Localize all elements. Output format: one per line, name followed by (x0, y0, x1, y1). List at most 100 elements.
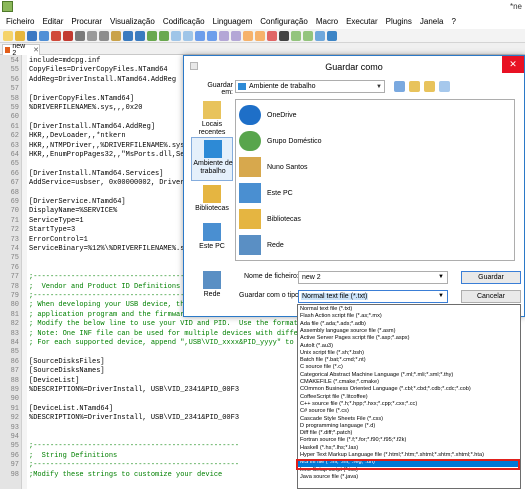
file-type-option[interactable]: Diff file (*.diff;*.patch) (298, 430, 520, 437)
file-type-option[interactable]: Inno Setup script (*.iss) (298, 467, 520, 474)
view-menu-icon[interactable] (439, 81, 450, 92)
file-name: Este PC (267, 189, 293, 197)
menu-janela[interactable]: Janela (416, 17, 448, 26)
save-macro-icon[interactable] (315, 30, 325, 41)
file-type-select[interactable]: Normal text file (*.txt) ▼ (298, 290, 448, 303)
stop-macro-icon[interactable] (279, 30, 289, 41)
file-type-option[interactable]: D programming language (*.d) (298, 423, 520, 430)
file-list[interactable]: OneDrive Grupo Doméstico Nuno Santos Est… (235, 99, 515, 261)
show-all-chars-icon[interactable] (219, 30, 229, 41)
replace-icon[interactable] (159, 30, 169, 41)
doc-map-icon[interactable] (243, 30, 253, 41)
file-type-option[interactable]: CMAKEFILE (*.cmake;*.cmake) (298, 379, 520, 386)
record-macro-icon[interactable] (267, 30, 277, 41)
undo-icon[interactable] (123, 30, 133, 41)
file-name: Rede (267, 241, 284, 249)
file-type-option[interactable]: COmmon Business Oriented Language (*.cbl… (298, 386, 520, 393)
file-type-dropdown-list[interactable]: Normal text file (*.txt) Flash Action scr… (297, 304, 521, 489)
cancel-button[interactable]: Cancelar (461, 290, 521, 303)
file-type-option[interactable]: CoffeeScript file (*.litcoffee) (298, 394, 520, 401)
save-icon[interactable] (27, 30, 37, 41)
save-location-label: Guardar em: (207, 82, 233, 96)
new-file-icon[interactable] (3, 30, 13, 41)
menu-plugins[interactable]: Plugins (382, 17, 416, 26)
file-type-option[interactable]: Active Server Pages script file (*.asp;*… (298, 335, 520, 342)
new-folder-icon[interactable] (424, 81, 435, 92)
menu-codificacao[interactable]: Codificação (159, 17, 209, 26)
menu-linguagem[interactable]: Linguagem (209, 17, 257, 26)
print-icon[interactable] (75, 30, 85, 41)
place-libraries[interactable]: Bibliotecas (191, 183, 233, 221)
tab-new-2[interactable]: new 2 ✕ (2, 43, 40, 57)
file-type-option[interactable]: Unix script file (*.sh;*.bsh) (298, 350, 520, 357)
place-label: Locais recentes (198, 121, 226, 136)
file-type-option[interactable]: Cascade Style Sheets File (*.css) (298, 416, 520, 423)
chevron-down-icon[interactable]: ▼ (438, 272, 444, 283)
list-item[interactable]: Grupo Doméstico (239, 128, 369, 154)
file-type-option[interactable]: Java source file (*.java) (298, 474, 520, 481)
open-folder-icon[interactable] (15, 30, 25, 41)
file-type-option[interactable]: Flash Action script file (*.as;*.mx) (298, 313, 520, 320)
file-type-option[interactable]: Normal text file (*.txt) (298, 306, 520, 313)
dialog-title: Guardar como (325, 62, 383, 72)
file-type-option[interactable]: Haskell (*.hs;*.lhs;*.las) (298, 445, 520, 452)
function-list-icon[interactable] (255, 30, 265, 41)
file-type-option[interactable]: Ada file (*.ada;*.ads;*.adb) (298, 321, 520, 328)
file-type-option[interactable]: Assembly language source file (*.asm) (298, 328, 520, 335)
list-item[interactable]: Este PC (239, 180, 369, 206)
back-icon[interactable] (394, 81, 405, 92)
paste-icon[interactable] (111, 30, 121, 41)
filename-input[interactable]: new 2 ▼ (298, 271, 448, 284)
menu-visualizacao[interactable]: Visualização (106, 17, 159, 26)
up-folder-icon[interactable] (409, 81, 420, 92)
run-macro-multiple-icon[interactable] (303, 30, 313, 41)
file-type-option[interactable]: Batch file (*.bat;*.cmd;*.nt) (298, 357, 520, 364)
save-button[interactable]: Guardar (461, 271, 521, 284)
navigation-buttons (394, 81, 450, 92)
spellcheck-icon[interactable] (327, 30, 337, 41)
save-location-select[interactable]: Ambiente de trabalho ▼ (235, 80, 385, 93)
list-item[interactable]: Nuno Santos (239, 154, 369, 180)
file-type-option[interactable]: C source file (*.c) (298, 364, 520, 371)
redo-icon[interactable] (135, 30, 145, 41)
line-number: 70 (10, 207, 19, 216)
list-item[interactable]: OneDrive (239, 102, 369, 128)
file-type-option[interactable]: MS ini file (*.ini;*.inf;*.reg;*.url) (298, 459, 520, 467)
list-item[interactable]: Rede (239, 232, 369, 258)
tab-close-icon[interactable]: ✕ (33, 46, 39, 54)
file-type-option[interactable]: Hyper Text Markup Language file (*.html;… (298, 452, 520, 459)
file-type-option[interactable]: AutoIt (*.au3) (298, 343, 520, 350)
file-type-option[interactable]: C# source file (*.cs) (298, 408, 520, 415)
play-macro-icon[interactable] (291, 30, 301, 41)
file-type-option[interactable]: C++ source file (*.h;*.hpp;*.hxx;*.cpp;*… (298, 401, 520, 408)
menu-executar[interactable]: Executar (342, 17, 382, 26)
word-wrap-icon[interactable] (207, 30, 217, 41)
sync-scroll-icon[interactable] (195, 30, 205, 41)
list-item[interactable]: Bibliotecas (239, 206, 369, 232)
place-this-pc[interactable]: Este PC (191, 221, 233, 259)
place-recent[interactable]: Locais recentes (191, 99, 233, 137)
cut-icon[interactable] (87, 30, 97, 41)
find-icon[interactable] (147, 30, 157, 41)
menu-ficheiro[interactable]: Ficheiro (2, 17, 38, 26)
menu-configuracao[interactable]: Configuração (256, 17, 312, 26)
zoom-out-icon[interactable] (183, 30, 193, 41)
close-icon[interactable] (51, 30, 61, 41)
line-number: 78 (10, 282, 19, 291)
dialog-close-button[interactable]: ✕ (502, 56, 524, 73)
file-type-option[interactable]: Categorical Abstract Machine Language (*… (298, 372, 520, 379)
save-all-icon[interactable] (39, 30, 49, 41)
indent-guide-icon[interactable] (231, 30, 241, 41)
place-desktop[interactable]: Ambiente de trabalho (191, 137, 233, 181)
menu-help[interactable]: ? (447, 17, 459, 26)
zoom-in-icon[interactable] (171, 30, 181, 41)
close-all-icon[interactable] (63, 30, 73, 41)
copy-icon[interactable] (99, 30, 109, 41)
line-number: 97 (10, 461, 19, 470)
menu-editar[interactable]: Editar (38, 17, 67, 26)
menu-procurar[interactable]: Procurar (67, 17, 106, 26)
file-type-option[interactable]: Fortran source file (*.f;*.for;*.f90;*.f… (298, 437, 520, 444)
menu-macro[interactable]: Macro (312, 17, 342, 26)
line-number: 94 (10, 433, 19, 441)
save-location-row: Guardar em: Ambiente de trabalho ▼ (184, 77, 524, 97)
